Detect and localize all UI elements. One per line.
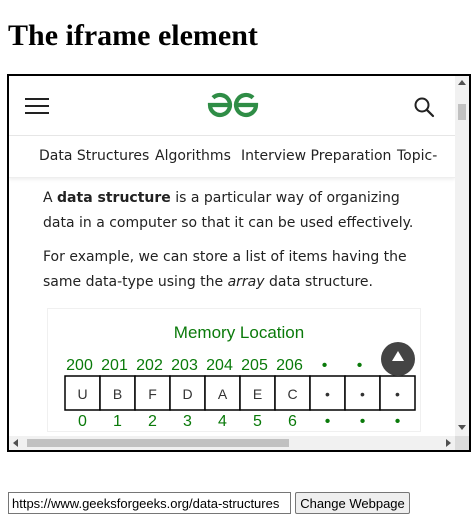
array-cell-value: D bbox=[182, 386, 192, 402]
array-memory-diagram: Memory Location 200 201 202 203 204 205 206 • • U B… bbox=[47, 308, 421, 432]
memory-address-label: 202 bbox=[136, 357, 163, 374]
memory-address-label: 200 bbox=[66, 357, 93, 374]
array-cell-value: E bbox=[253, 386, 262, 402]
array-index-label: • bbox=[395, 413, 401, 430]
article-body: A data structure is a particular way of … bbox=[43, 186, 433, 295]
memory-address-label: 205 bbox=[241, 357, 268, 374]
nav-item-algorithms[interactable]: Algorithms bbox=[155, 148, 231, 164]
array-diagram-svg: Memory Location200 201 202 203 204 205 206 • •U B… bbox=[64, 323, 416, 430]
array-index-label: 3 bbox=[183, 413, 192, 430]
scroll-to-top-button[interactable] bbox=[381, 342, 415, 376]
memory-address-label: • bbox=[322, 357, 328, 374]
array-index-label: 5 bbox=[253, 413, 262, 430]
array-cell-value: C bbox=[287, 386, 297, 402]
array-cell-value: A bbox=[218, 386, 228, 402]
memory-address-label: 204 bbox=[206, 357, 233, 374]
array-cell-value: • bbox=[395, 386, 400, 402]
array-cell-value: U bbox=[77, 386, 87, 402]
scrollbar-corner bbox=[455, 436, 469, 450]
memory-address-label: • bbox=[357, 357, 363, 374]
topic-nav: Data Structures Algorithms Interview Pre… bbox=[9, 136, 455, 178]
page-title: The iframe element bbox=[8, 19, 258, 52]
embedded-iframe[interactable]: Data Structures Algorithms Interview Pre… bbox=[7, 74, 471, 452]
array-cell-value: B bbox=[113, 386, 122, 402]
memory-address-label: 203 bbox=[171, 357, 198, 374]
change-webpage-button[interactable]: Change Webpage bbox=[295, 492, 410, 514]
article-paragraph-1: A data structure is a particular way of … bbox=[43, 190, 414, 231]
site-header bbox=[9, 76, 455, 136]
geeksforgeeks-logo-icon[interactable] bbox=[205, 90, 261, 120]
memory-address-label: 201 bbox=[101, 357, 128, 374]
array-index-label: 1 bbox=[113, 413, 122, 430]
nav-item-topic[interactable]: Topic- bbox=[397, 148, 437, 164]
array-cell-value: • bbox=[325, 386, 330, 402]
scroll-right-arrow-icon[interactable] bbox=[446, 439, 451, 447]
array-index-label: 4 bbox=[218, 413, 227, 430]
search-icon[interactable] bbox=[413, 96, 435, 118]
hamburger-menu-icon[interactable] bbox=[25, 96, 49, 116]
bold-term: data structure bbox=[57, 190, 171, 206]
vertical-scroll-thumb[interactable] bbox=[458, 104, 466, 120]
horizontal-scrollbar[interactable] bbox=[9, 436, 455, 450]
array-index-label: 0 bbox=[78, 413, 87, 430]
memory-address-label: 206 bbox=[276, 357, 303, 374]
scroll-down-arrow-icon[interactable] bbox=[458, 425, 466, 430]
nav-item-data-structures[interactable]: Data Structures bbox=[39, 148, 149, 164]
array-index-label: • bbox=[325, 413, 331, 430]
scroll-left-arrow-icon[interactable] bbox=[13, 439, 18, 447]
nav-item-interview-preparation[interactable]: Interview Preparation bbox=[241, 148, 391, 164]
italic-term: array bbox=[227, 274, 265, 290]
array-cell-value: • bbox=[360, 386, 365, 402]
vertical-scrollbar[interactable] bbox=[455, 76, 469, 436]
array-cell-value: F bbox=[148, 386, 157, 402]
horizontal-scroll-thumb[interactable] bbox=[27, 439, 289, 447]
scroll-up-arrow-icon[interactable] bbox=[458, 80, 466, 85]
article-paragraph-2: For example, we can store a list of item… bbox=[43, 249, 407, 290]
array-index-label: 6 bbox=[288, 413, 297, 430]
array-index-label: • bbox=[360, 413, 366, 430]
url-input[interactable] bbox=[8, 492, 291, 514]
array-index-label: 2 bbox=[148, 413, 157, 430]
diagram-title: Memory Location bbox=[174, 323, 304, 342]
